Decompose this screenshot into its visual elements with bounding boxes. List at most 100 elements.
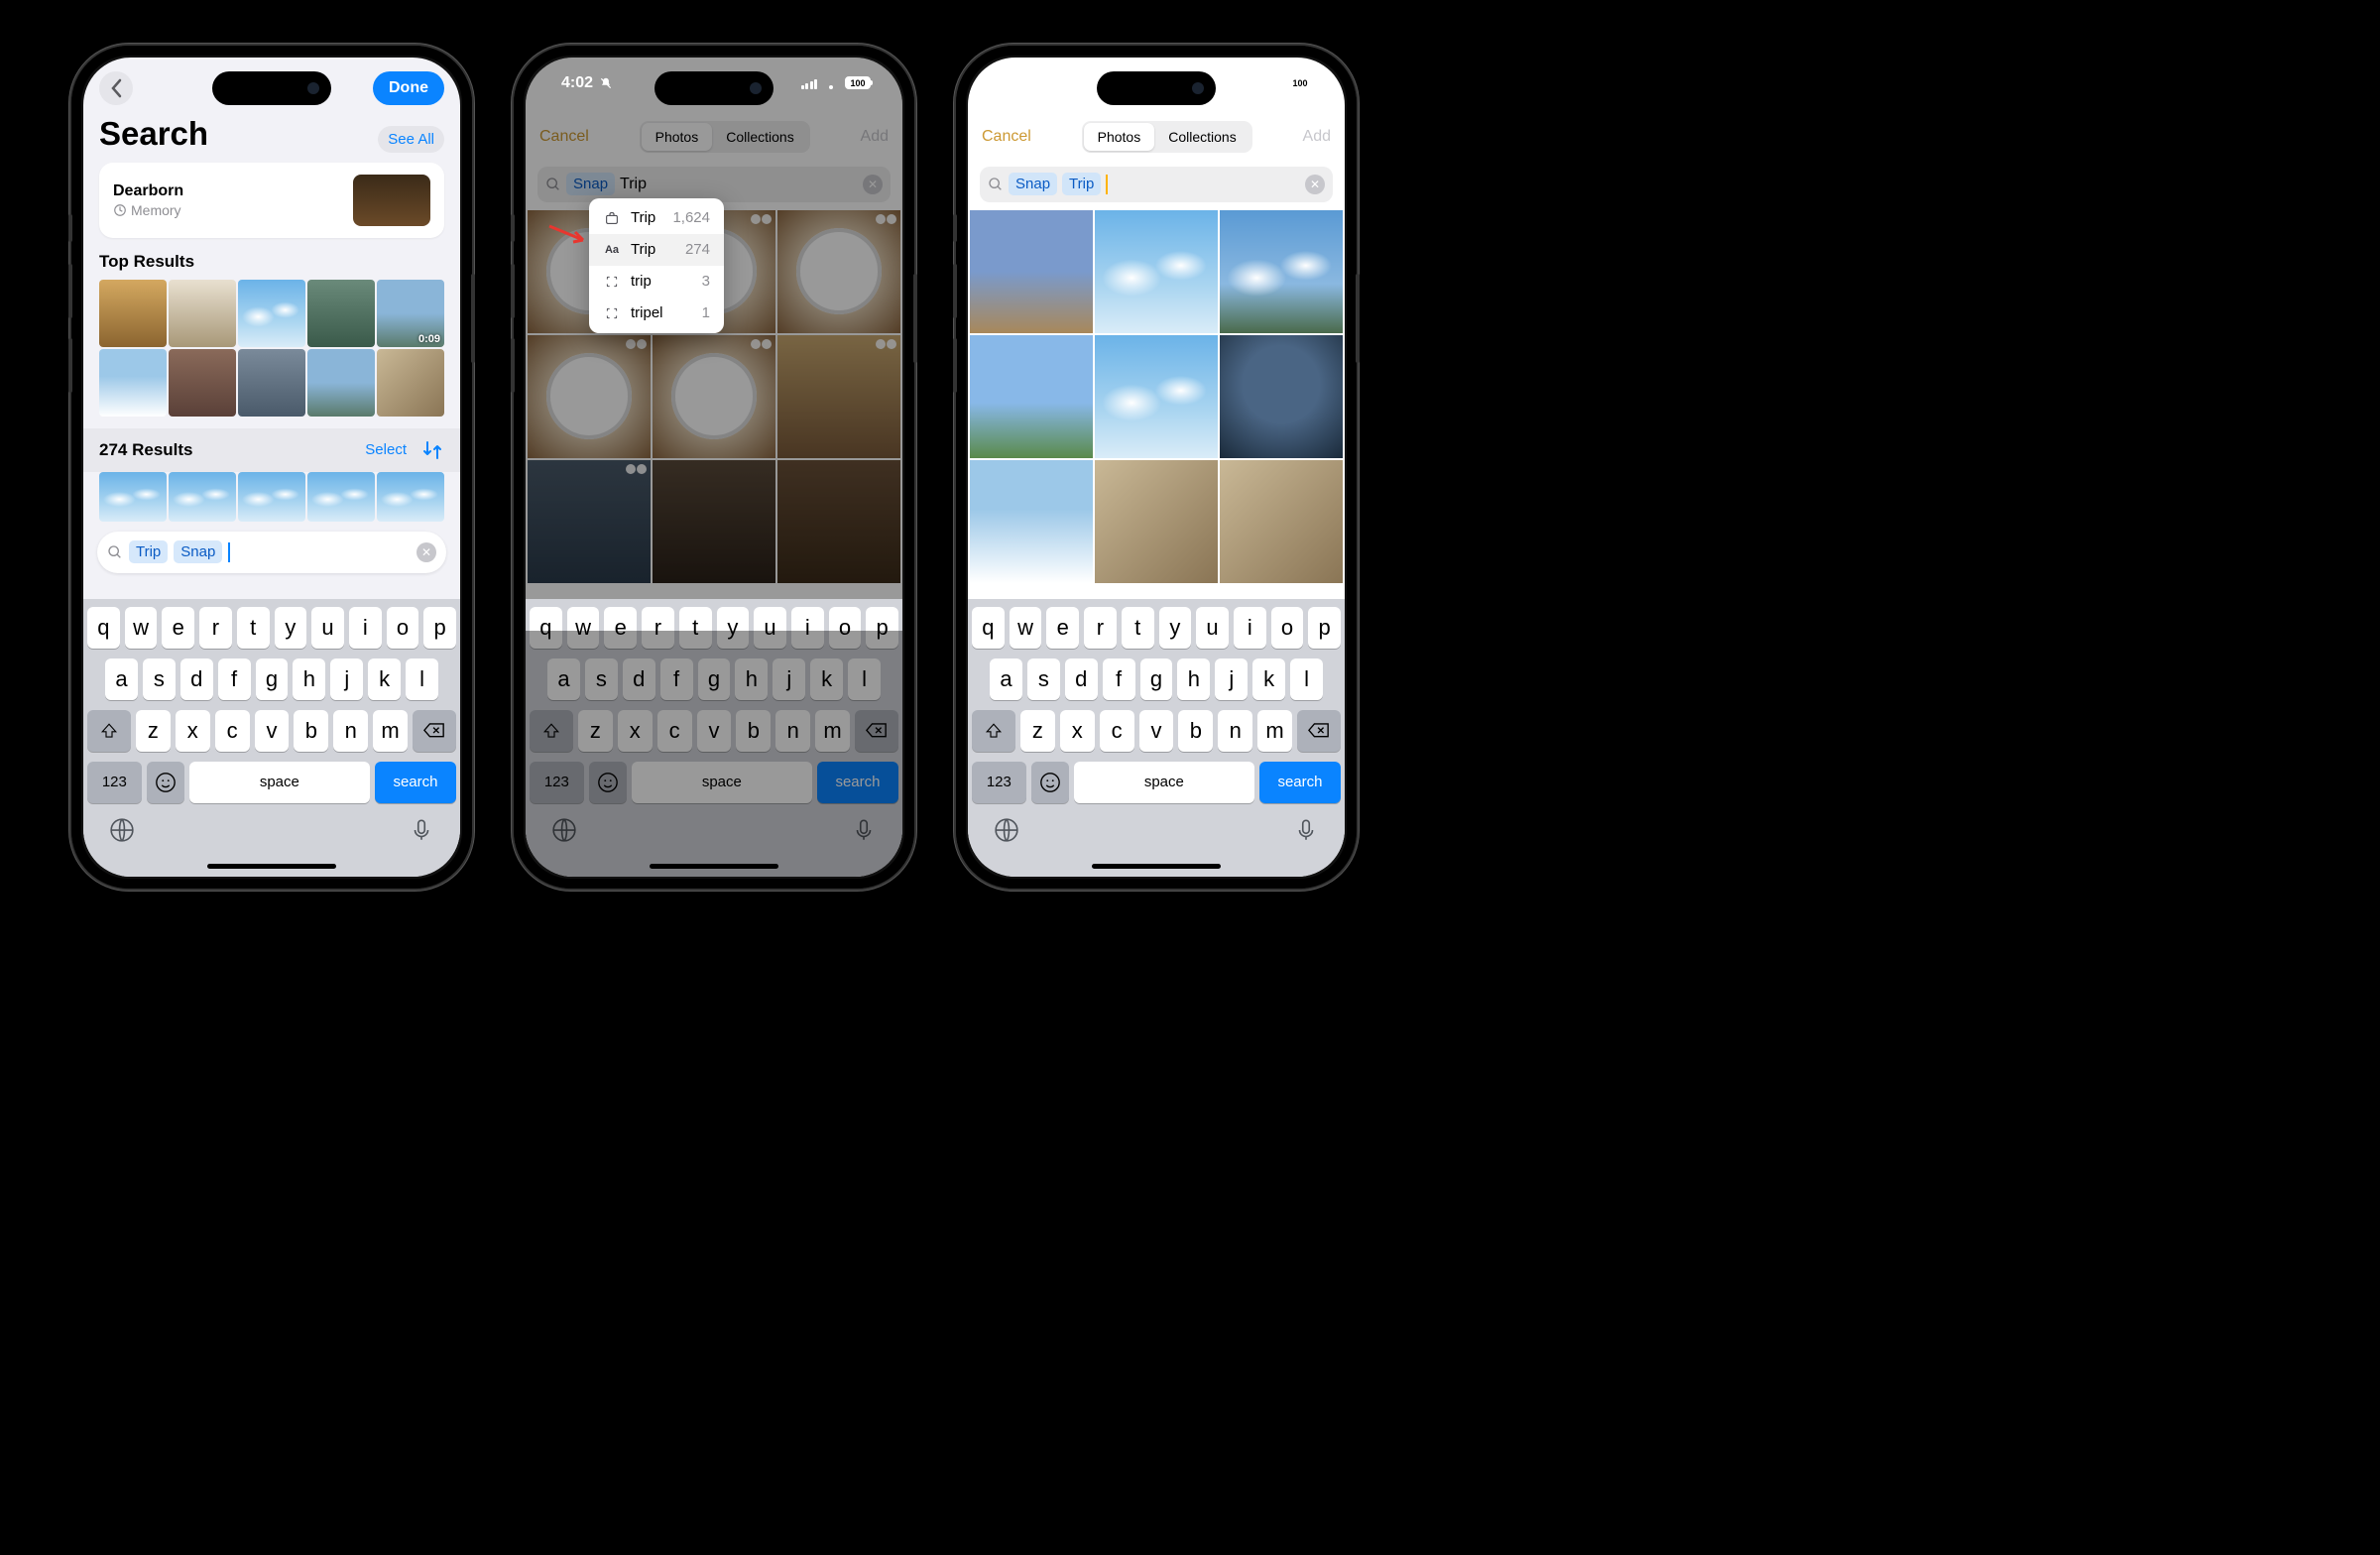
thumbnail[interactable] [970,335,1093,458]
thumbnail[interactable] [528,460,651,583]
delete-key[interactable] [1297,710,1341,752]
thumbnail[interactable] [1220,460,1343,583]
key-m[interactable]: m [1257,710,1292,752]
key-j[interactable]: j [773,658,805,700]
thumbnail[interactable] [307,349,375,417]
thumbnail[interactable] [777,210,900,333]
thumbnail[interactable] [653,335,775,458]
key-r[interactable]: r [1084,607,1117,649]
thumbnail[interactable] [169,349,236,417]
shift-key[interactable] [530,710,573,752]
search-token[interactable]: Snap [566,173,615,195]
key-r[interactable]: r [199,607,232,649]
shift-key[interactable] [972,710,1015,752]
thumbnail[interactable] [169,280,236,347]
key-s[interactable]: s [1027,658,1060,700]
search-key[interactable]: search [375,762,456,803]
emoji-key[interactable] [589,762,627,803]
key-v[interactable]: v [697,710,732,752]
search-token[interactable]: Trip [129,540,168,563]
key-c[interactable]: c [215,710,250,752]
clear-button[interactable]: ✕ [863,175,883,194]
key-y[interactable]: y [275,607,307,649]
clear-button[interactable]: ✕ [1305,175,1325,194]
search-bar[interactable]: Snap Trip ✕ [980,167,1333,202]
add-button[interactable]: Add [1303,128,1331,146]
thumbnail[interactable] [238,472,305,522]
key-d[interactable]: d [1065,658,1098,700]
key-k[interactable]: k [1252,658,1285,700]
key-q[interactable]: q [87,607,120,649]
key-w[interactable]: w [567,607,600,649]
key-c[interactable]: c [1100,710,1134,752]
key-t[interactable]: t [1122,607,1154,649]
key-m[interactable]: m [373,710,408,752]
key-e[interactable]: e [162,607,194,649]
key-h[interactable]: h [293,658,325,700]
suggestion-item[interactable]: Trip 1,624 [589,202,724,234]
home-indicator[interactable] [1092,864,1221,869]
select-button[interactable]: Select [365,441,407,458]
clear-button[interactable]: ✕ [416,542,436,562]
thumbnail[interactable] [99,280,167,347]
key-m[interactable]: m [815,710,850,752]
globe-icon[interactable] [109,817,135,843]
mic-icon[interactable] [409,817,434,843]
key-x[interactable]: x [618,710,653,752]
tab-collections[interactable]: Collections [712,123,807,151]
space-key[interactable]: space [189,762,370,803]
thumbnail[interactable] [1095,335,1218,458]
key-a[interactable]: a [105,658,138,700]
key-h[interactable]: h [735,658,768,700]
thumbnail[interactable] [99,349,167,417]
numbers-key[interactable]: 123 [530,762,584,803]
key-k[interactable]: k [810,658,843,700]
key-p[interactable]: p [423,607,456,649]
numbers-key[interactable]: 123 [87,762,142,803]
tab-photos[interactable]: Photos [1084,123,1155,151]
thumbnail[interactable]: 0:09 [377,280,444,347]
key-x[interactable]: x [1060,710,1095,752]
key-z[interactable]: z [578,710,613,752]
key-v[interactable]: v [255,710,290,752]
tab-photos[interactable]: Photos [642,123,713,151]
thumbnail[interactable] [1220,335,1343,458]
key-b[interactable]: b [736,710,771,752]
shift-key[interactable] [87,710,131,752]
numbers-key[interactable]: 123 [972,762,1026,803]
thumbnail[interactable] [99,472,167,522]
mic-icon[interactable] [851,817,877,843]
key-r[interactable]: r [642,607,674,649]
key-d[interactable]: d [623,658,655,700]
thumbnail[interactable] [169,472,236,522]
thumbnail[interactable] [238,349,305,417]
key-x[interactable]: x [176,710,210,752]
key-l[interactable]: l [848,658,881,700]
memory-card[interactable]: Dearborn Memory [99,163,444,238]
search-token[interactable]: Trip [1062,173,1101,195]
key-u[interactable]: u [1196,607,1229,649]
key-v[interactable]: v [1139,710,1174,752]
thumbnail[interactable] [307,472,375,522]
thumbnail[interactable] [528,335,651,458]
key-k[interactable]: k [368,658,401,700]
emoji-key[interactable] [1031,762,1069,803]
key-o[interactable]: o [387,607,419,649]
key-q[interactable]: q [972,607,1005,649]
key-f[interactable]: f [1103,658,1135,700]
key-s[interactable]: s [585,658,618,700]
emoji-key[interactable] [147,762,184,803]
key-t[interactable]: t [679,607,712,649]
key-b[interactable]: b [1178,710,1213,752]
key-y[interactable]: y [717,607,750,649]
add-button[interactable]: Add [861,128,889,146]
search-bar[interactable]: Trip Snap ✕ [97,532,446,573]
key-z[interactable]: z [136,710,171,752]
key-f[interactable]: f [660,658,693,700]
key-n[interactable]: n [775,710,810,752]
key-i[interactable]: i [1234,607,1266,649]
key-u[interactable]: u [754,607,786,649]
back-button[interactable] [99,71,133,105]
key-p[interactable]: p [866,607,898,649]
search-key[interactable]: search [817,762,898,803]
